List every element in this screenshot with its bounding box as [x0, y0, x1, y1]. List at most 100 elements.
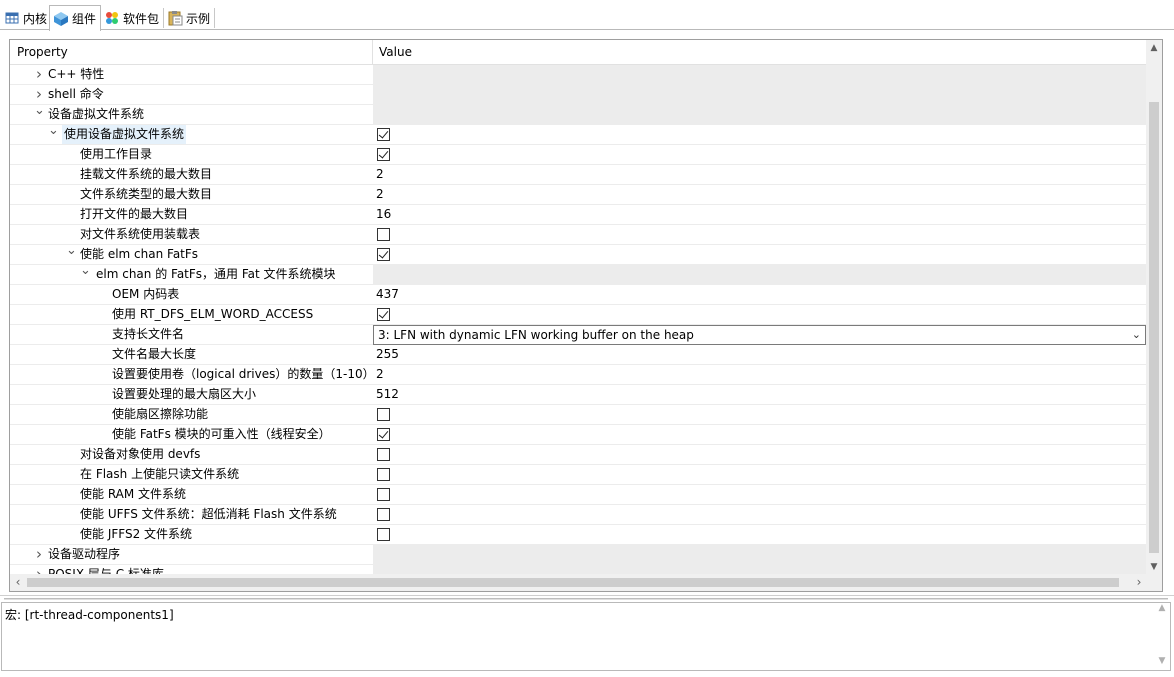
- checkbox-unchecked[interactable]: [377, 488, 390, 501]
- property-label: 使能 JFFS2 文件系统: [80, 527, 193, 541]
- table-row[interactable]: 使能 JFFS2 文件系统: [10, 525, 1147, 545]
- scroll-down-icon[interactable]: ▼: [1154, 656, 1170, 670]
- table-row[interactable]: 使能扇区擦除功能: [10, 405, 1147, 425]
- table-row[interactable]: 支持长文件名 3: LFN with dynamic LFN working bu…: [10, 325, 1147, 345]
- table-row[interactable]: 设置要使用卷（logical drives）的数量（1-10） 2: [10, 365, 1147, 385]
- tab-packages[interactable]: 软件包: [100, 5, 165, 30]
- table-row[interactable]: 使能 UFFS 文件系统：超低消耗 Flash 文件系统: [10, 505, 1147, 525]
- value-cell[interactable]: [373, 125, 1147, 144]
- value-cell[interactable]: 2: [373, 365, 1147, 384]
- value-cell[interactable]: [373, 465, 1147, 484]
- checkbox-unchecked[interactable]: [377, 528, 390, 541]
- property-cell: 使能 elm chan FatFs: [10, 245, 373, 264]
- table-row[interactable]: 设备驱动程序: [10, 545, 1147, 565]
- value-text[interactable]: 2: [376, 187, 384, 201]
- table-row[interactable]: 对文件系统使用装载表: [10, 225, 1147, 245]
- table-row[interactable]: C++ 特性: [10, 65, 1147, 85]
- value-cell[interactable]: [373, 245, 1147, 264]
- description-scrollbar[interactable]: ▲ ▼: [1154, 603, 1170, 670]
- property-label: 使能 elm chan FatFs: [80, 247, 199, 261]
- table-row[interactable]: 使用工作目录: [10, 145, 1147, 165]
- value-text[interactable]: 2: [376, 367, 384, 381]
- value-cell[interactable]: [373, 405, 1147, 424]
- table-row[interactable]: elm chan 的 FatFs，通用 Fat 文件系统模块: [10, 265, 1147, 285]
- horizontal-scrollbar[interactable]: ‹ ›: [10, 574, 1147, 591]
- table-row[interactable]: OEM 内码表 437: [10, 285, 1147, 305]
- table-row[interactable]: 在 Flash 上使能只读文件系统: [10, 465, 1147, 485]
- checkbox-unchecked[interactable]: [377, 508, 390, 521]
- value-cell[interactable]: [373, 425, 1147, 444]
- vertical-scrollbar[interactable]: ▲ ▼: [1146, 40, 1162, 575]
- checkbox-checked[interactable]: [377, 308, 390, 321]
- table-row[interactable]: 对设备对象使用 devfs: [10, 445, 1147, 465]
- chevron-down-icon[interactable]: [48, 125, 58, 144]
- property-cell: 设置要使用卷（logical drives）的数量（1-10）: [10, 365, 375, 384]
- table-row[interactable]: 使用 RT_DFS_ELM_WORD_ACCESS: [10, 305, 1147, 325]
- checkbox-unchecked[interactable]: [377, 448, 390, 461]
- scroll-right-icon[interactable]: ›: [1131, 574, 1147, 591]
- value-cell[interactable]: [373, 505, 1147, 524]
- value-cell[interactable]: [373, 525, 1147, 544]
- chevron-down-icon[interactable]: [80, 265, 90, 284]
- value-cell[interactable]: 512: [373, 385, 1147, 404]
- checkbox-checked[interactable]: [377, 428, 390, 441]
- table-row[interactable]: 设置要处理的最大扇区大小 512: [10, 385, 1147, 405]
- checkbox-unchecked[interactable]: [377, 228, 390, 241]
- value-text[interactable]: 437: [376, 287, 399, 301]
- scroll-up-icon[interactable]: ▲: [1154, 603, 1170, 617]
- chevron-down-icon[interactable]: [66, 245, 76, 264]
- long-filename-select[interactable]: 3: LFN with dynamic LFN working buffer o…: [373, 325, 1146, 345]
- table-row[interactable]: 使用设备虚拟文件系统: [10, 125, 1147, 145]
- value-cell[interactable]: 3: LFN with dynamic LFN working buffer o…: [373, 325, 1147, 345]
- property-label: 使能 FatFs 模块的可重入性（线程安全）: [112, 427, 331, 441]
- checkbox-checked[interactable]: [377, 248, 390, 261]
- property-cell: 设置要处理的最大扇区大小: [10, 385, 373, 404]
- column-header-property[interactable]: Property: [10, 40, 373, 65]
- property-cell: 挂载文件系统的最大数目: [10, 165, 373, 184]
- column-header-value[interactable]: Value: [373, 40, 1147, 65]
- value-cell[interactable]: 255: [373, 345, 1147, 364]
- chevron-down-icon[interactable]: ⌄: [1132, 326, 1141, 344]
- value-cell[interactable]: 2: [373, 185, 1147, 204]
- scroll-left-icon[interactable]: ‹: [10, 574, 26, 591]
- table-row[interactable]: 文件名最大长度 255: [10, 345, 1147, 365]
- value-text[interactable]: 2: [376, 167, 384, 181]
- tab-kernel[interactable]: 内核: [0, 5, 52, 30]
- table-row[interactable]: 文件系统类型的最大数目 2: [10, 185, 1147, 205]
- value-cell[interactable]: [373, 225, 1147, 244]
- tab-examples[interactable]: 示例: [163, 5, 216, 30]
- value-cell[interactable]: 16: [373, 205, 1147, 224]
- table-row[interactable]: 打开文件的最大数目 16: [10, 205, 1147, 225]
- table-row[interactable]: shell 命令: [10, 85, 1147, 105]
- value-cell[interactable]: [373, 445, 1147, 464]
- scroll-up-icon[interactable]: ▲: [1146, 40, 1162, 56]
- checkbox-unchecked[interactable]: [377, 468, 390, 481]
- value-text[interactable]: 255: [376, 347, 399, 361]
- value-cell[interactable]: [373, 305, 1147, 324]
- chevron-right-icon[interactable]: [34, 85, 44, 104]
- chevron-right-icon[interactable]: [34, 545, 44, 564]
- scroll-thumb[interactable]: [1149, 102, 1159, 553]
- value-text[interactable]: 16: [376, 207, 391, 221]
- tab-components[interactable]: 组件: [49, 5, 102, 31]
- property-cell: elm chan 的 FatFs，通用 Fat 文件系统模块: [10, 265, 373, 284]
- chevron-down-icon[interactable]: [34, 105, 44, 124]
- table-row[interactable]: 挂载文件系统的最大数目 2: [10, 165, 1147, 185]
- table-row[interactable]: 设备虚拟文件系统: [10, 105, 1147, 125]
- pane-splitter[interactable]: [0, 595, 1174, 601]
- value-cell[interactable]: [373, 485, 1147, 504]
- value-cell[interactable]: 437: [373, 285, 1147, 304]
- checkbox-checked[interactable]: [377, 128, 390, 141]
- property-cell: 文件名最大长度: [10, 345, 373, 364]
- checkbox-checked[interactable]: [377, 148, 390, 161]
- table-row[interactable]: 使能 elm chan FatFs: [10, 245, 1147, 265]
- checkbox-unchecked[interactable]: [377, 408, 390, 421]
- value-cell[interactable]: [373, 145, 1147, 164]
- scroll-thumb-horizontal[interactable]: [27, 578, 1119, 587]
- value-cell[interactable]: 2: [373, 165, 1147, 184]
- table-row[interactable]: 使能 RAM 文件系统: [10, 485, 1147, 505]
- scroll-down-icon[interactable]: ▼: [1146, 559, 1162, 575]
- chevron-right-icon[interactable]: [34, 65, 44, 84]
- value-text[interactable]: 512: [376, 387, 399, 401]
- table-row[interactable]: 使能 FatFs 模块的可重入性（线程安全）: [10, 425, 1147, 445]
